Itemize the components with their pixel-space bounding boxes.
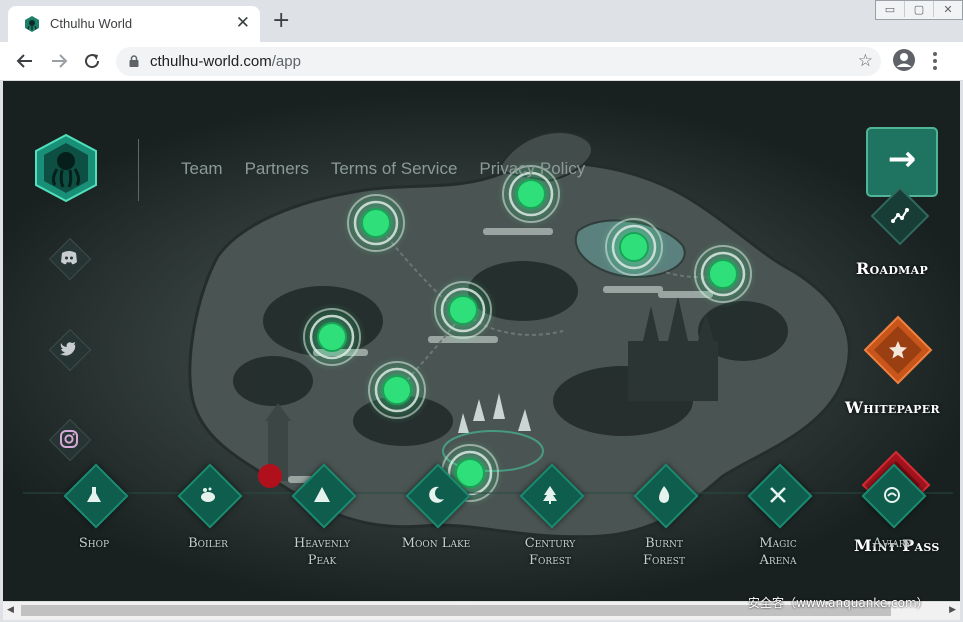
back-arrow-icon [16, 54, 32, 68]
crossed-swords-icon [770, 487, 786, 503]
whitepaper-label[interactable]: Whitepaper [845, 398, 940, 417]
map-marker[interactable] [600, 213, 668, 281]
map-marker[interactable] [298, 303, 366, 371]
location-label: Aviary [832, 535, 952, 552]
location-label-line1: Shop [78, 536, 110, 551]
cauldron-icon [201, 487, 215, 502]
location-label-line2: Peak [307, 553, 337, 568]
mountain-icon [314, 487, 330, 502]
url-host: cthulhu-world.com [150, 53, 272, 70]
whitepaper-button[interactable] [862, 314, 934, 390]
location-label: Shop [34, 535, 154, 552]
twitter-button[interactable] [48, 328, 92, 372]
watermark-text: 安全客（www.anquanke.com） [748, 596, 929, 610]
discord-button[interactable] [48, 237, 92, 281]
nav-link-team[interactable]: Team [181, 159, 223, 179]
tab-close-icon[interactable]: ✕ [236, 13, 250, 33]
star-icon [889, 341, 907, 359]
location-label-line1: Magic [759, 536, 797, 551]
location-label-line1: Heavenly [293, 536, 351, 551]
location-label-line1: Aviary [872, 536, 912, 551]
instagram-icon [60, 430, 78, 448]
restore-button[interactable]: ▢ [905, 1, 934, 17]
nav-link-privacy[interactable]: Privacy Policy [479, 159, 585, 179]
nav-link-partners[interactable]: Partners [245, 159, 309, 179]
discord-icon [61, 251, 77, 265]
location-label-line1: Century [524, 536, 576, 551]
scroll-left-icon[interactable]: ◀ [7, 605, 14, 615]
flame-icon [659, 486, 670, 503]
location-label: Burnt Forest [604, 535, 724, 569]
top-navigation: Team Partners Terms of Service Privacy P… [181, 159, 607, 179]
address-bar[interactable]: cthulhu-world.com/app ☆ [116, 47, 881, 76]
nav-link-terms[interactable]: Terms of Service [331, 159, 458, 179]
profile-avatar-icon[interactable] [892, 48, 916, 72]
reload-button[interactable] [81, 50, 103, 72]
location-label-line2: Forest [643, 553, 685, 568]
map-marker[interactable] [689, 240, 757, 308]
map-marker[interactable] [342, 189, 410, 257]
red-map-marker[interactable] [258, 464, 282, 488]
location-label-line1: Boiler [188, 536, 228, 551]
cthulhu-favicon-icon [25, 16, 39, 32]
map-marker[interactable] [363, 356, 431, 424]
location-label: Boiler [148, 535, 268, 552]
location-label-line2: Forest [529, 553, 571, 568]
browser-tab[interactable]: Cthulhu World ✕ [8, 6, 260, 42]
bird-icon [884, 487, 900, 503]
app-viewport: Team Partners Terms of Service Privacy P… [3, 81, 960, 601]
url-path: /app [271, 53, 301, 70]
roadmap-graph-icon [891, 208, 909, 223]
scroll-right-icon[interactable]: ▶ [949, 605, 956, 615]
location-label: Century Forest [490, 535, 610, 569]
back-button[interactable] [14, 50, 36, 72]
forward-button[interactable] [48, 50, 70, 72]
forward-arrow-icon [52, 54, 68, 68]
roadmap-button[interactable] [869, 185, 931, 251]
minimize-button[interactable]: ▭ [876, 1, 905, 17]
location-label: Heavenly Peak [262, 535, 382, 569]
logo-divider [138, 139, 139, 201]
close-window-button[interactable]: ✕ [934, 1, 962, 17]
tree-icon [543, 486, 557, 504]
instagram-button[interactable] [48, 418, 92, 462]
location-label-line1: Moon Lake [401, 536, 471, 551]
browser-toolbar: cthulhu-world.com/app ☆ [0, 42, 963, 81]
bookmark-star-icon[interactable]: ☆ [858, 51, 873, 71]
roadmap-label[interactable]: Roadmap [856, 259, 928, 278]
location-label: Magic Arena [718, 535, 838, 569]
moon-icon [429, 486, 444, 503]
window-controls: ▭ ▢ ✕ [875, 0, 963, 20]
cthulhu-logo-icon[interactable] [33, 133, 99, 203]
lock-icon [129, 55, 139, 67]
twitter-icon [60, 342, 77, 356]
reload-icon [85, 54, 100, 69]
arrow-right-icon: → [887, 139, 917, 179]
map-marker[interactable] [429, 276, 497, 344]
flask-icon [87, 487, 101, 502]
tab-title: Cthulhu World [50, 16, 133, 31]
new-tab-button[interactable]: + [272, 10, 290, 32]
browser-menu-icon[interactable] [928, 50, 942, 72]
tab-strip: Cthulhu World ✕ + ▭ ▢ ✕ [0, 0, 963, 42]
location-label-line2: Arena [759, 553, 797, 568]
location-label-line1: Burnt [645, 536, 683, 551]
url-text: cthulhu-world.com/app [150, 53, 301, 70]
location-label: Moon Lake [376, 535, 496, 552]
